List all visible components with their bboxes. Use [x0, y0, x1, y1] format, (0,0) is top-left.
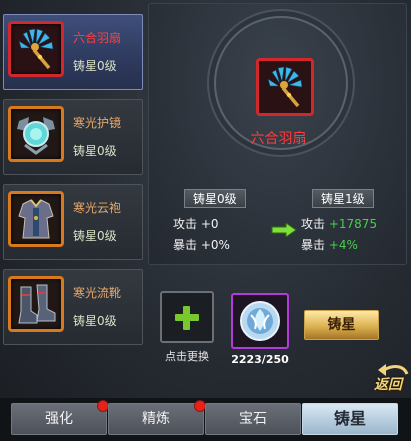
item-name: 六合羽扇 [73, 31, 122, 45]
replace-slot-button[interactable] [160, 291, 214, 343]
next-attack-label: 攻击 [301, 217, 326, 231]
tab-bar: 强化 精炼 宝石 铸星 [0, 398, 411, 441]
next-crit: 暴击 +4% [301, 236, 358, 253]
tab-strengthen[interactable]: 强化 [11, 400, 109, 435]
boots-icon [18, 284, 56, 324]
item-level: 铸星0级 [73, 229, 117, 243]
selected-item-name: 六合羽扇 [250, 131, 307, 147]
equipment-item-feather-fan[interactable]: 六合羽扇 铸星0级 [3, 14, 143, 90]
equipment-list: 六合羽扇 铸星0级 寒光护镜 铸星0级 寒光云袍 铸星0级 寒光流靴 铸星0级 [0, 0, 146, 441]
equipment-item-chest-mirror[interactable]: 寒光护镜 铸星0级 [3, 99, 143, 175]
next-crit-bonus: +4% [328, 238, 358, 252]
chest-mirror-icon [17, 117, 55, 155]
current-level-tag: 铸星0级 [184, 189, 246, 208]
replace-label: 点击更换 [165, 350, 209, 363]
item-level: 铸星0级 [73, 144, 117, 158]
robe-icon [18, 199, 54, 239]
equipment-item-boots[interactable]: 寒光流靴 铸星0级 [3, 269, 143, 345]
next-attack-bonus: +17875 [328, 217, 378, 231]
crystal-orb-icon [240, 301, 280, 341]
tab-label: 强化 [45, 411, 73, 427]
current-attack: 攻击 +0 [173, 217, 219, 231]
selected-item-slot [256, 58, 314, 116]
current-crit: 暴击 +0% [173, 238, 230, 252]
next-crit-label: 暴击 [301, 238, 326, 252]
material-count: 2223/250 [231, 353, 289, 366]
item-name: 寒光护镜 [73, 116, 122, 130]
item-slot [8, 106, 64, 162]
equipment-item-robe[interactable]: 寒光云袍 铸星0级 [3, 184, 143, 260]
upgrade-arrow-icon [271, 223, 297, 237]
tab-label: 宝石 [239, 411, 267, 427]
tab-refine[interactable]: 精炼 [108, 400, 206, 435]
forge-button[interactable]: 铸星 [304, 310, 379, 340]
feather-fan-icon [18, 28, 54, 70]
item-slot [8, 191, 64, 247]
next-attack: 攻击 +17875 [301, 215, 377, 232]
item-slot [8, 21, 64, 77]
tab-forge-star[interactable]: 铸星 [302, 403, 398, 435]
item-level: 铸星0级 [73, 314, 117, 328]
feather-fan-icon [267, 66, 303, 108]
tab-label: 精炼 [142, 411, 170, 427]
back-button[interactable]: 返回 [374, 374, 402, 394]
forge-material-slot[interactable] [231, 293, 289, 349]
item-name: 寒光云袍 [73, 201, 122, 215]
item-level: 铸星0级 [73, 59, 117, 73]
item-name: 寒光流靴 [73, 286, 122, 300]
item-slot [8, 276, 64, 332]
next-level-tag: 铸星1级 [312, 189, 374, 208]
tab-gem[interactable]: 宝石 [205, 403, 301, 435]
tab-label: 铸星 [333, 409, 366, 428]
